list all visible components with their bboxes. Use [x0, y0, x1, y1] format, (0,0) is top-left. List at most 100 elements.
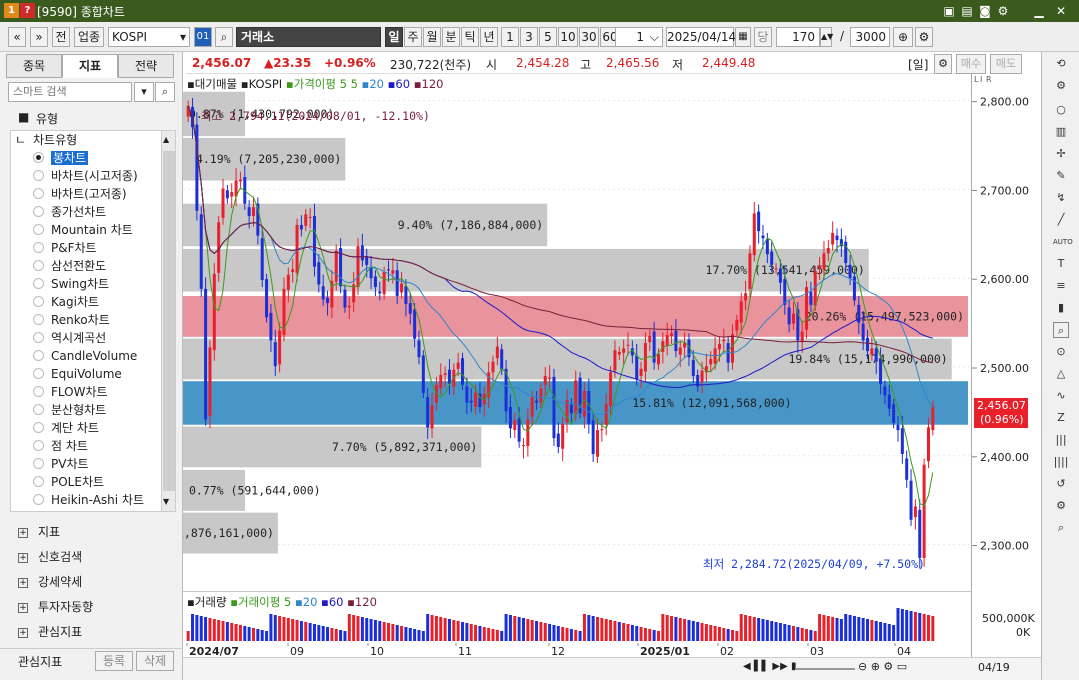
- chart-type-item[interactable]: POLE차트: [51, 473, 104, 491]
- triangle-icon[interactable]: △: [1053, 366, 1069, 382]
- scroll-up-icon[interactable]: ▲: [163, 135, 169, 144]
- period-4[interactable]: 틱: [461, 27, 479, 47]
- chevron-down-icon[interactable]: ▾: [134, 82, 154, 102]
- radio-2[interactable]: [33, 188, 44, 199]
- code-marker[interactable]: 01: [194, 27, 212, 47]
- period-3[interactable]: 분: [442, 27, 460, 47]
- chart-type-item[interactable]: Renko차트: [51, 311, 110, 329]
- play-controls[interactable]: ◀ ▌▌ ▶▶ ▮: [743, 661, 797, 672]
- prev-symbol-button[interactable]: «: [8, 27, 26, 47]
- delete-button[interactable]: 삭제: [136, 651, 174, 671]
- settings-icon[interactable]: ⚙: [1053, 498, 1069, 514]
- tab-indicators[interactable]: 지표: [62, 54, 118, 78]
- section-1[interactable]: + 신호검색: [18, 547, 82, 567]
- period-1[interactable]: 주: [404, 27, 422, 47]
- radio-14[interactable]: [33, 404, 44, 415]
- chart-type-item[interactable]: 계단 차트: [51, 419, 99, 437]
- save-icon[interactable]: ▤: [958, 2, 976, 20]
- buy-button[interactable]: 매수: [956, 54, 986, 74]
- slider-controls[interactable]: ⊖ ⊕ ⚙ ▭: [858, 660, 907, 673]
- chart-type-item[interactable]: 점 차트: [51, 437, 88, 455]
- chart-type-item[interactable]: P&F차트: [51, 239, 97, 257]
- brush-icon[interactable]: ↯: [1053, 190, 1069, 206]
- smart-search-input[interactable]: [8, 82, 132, 102]
- help-badge[interactable]: ?: [20, 3, 35, 18]
- interval-1[interactable]: 1: [501, 27, 519, 47]
- search-icon[interactable]: ⌕: [215, 27, 233, 47]
- search-icon[interactable]: ⌕: [1053, 520, 1069, 536]
- close-icon[interactable]: ✕: [1052, 2, 1070, 20]
- chart-type-item[interactable]: 분산형차트: [51, 401, 106, 419]
- symbol-select[interactable]: KOSPI ▾: [108, 27, 190, 47]
- radio-8[interactable]: [33, 296, 44, 307]
- radio-18[interactable]: [33, 476, 44, 487]
- chart-type-item[interactable]: 바차트(시고저종): [51, 167, 138, 185]
- radio-6[interactable]: [33, 260, 44, 271]
- jeon-button[interactable]: 전: [52, 27, 70, 47]
- chart-type-item[interactable]: Mountain 차트: [51, 221, 133, 239]
- price-chart-area[interactable]: 0.87% (1,430,792,000) 4.19% (7,205,230,00…: [129, 74, 971, 589]
- period-5[interactable]: 년: [480, 27, 498, 47]
- spinner-icon[interactable]: ▲▼: [820, 27, 833, 47]
- chart-type-item[interactable]: Swing차트: [51, 275, 109, 293]
- radio-3[interactable]: [33, 206, 44, 217]
- radio-4[interactable]: [33, 224, 44, 235]
- zoom-slider[interactable]: [795, 668, 855, 670]
- chart-type-item[interactable]: FLOW차트: [51, 383, 108, 401]
- date-field[interactable]: 2025/04/14: [666, 27, 736, 47]
- circle-icon[interactable]: ○: [1053, 102, 1069, 118]
- radio-13[interactable]: [33, 386, 44, 397]
- volume-chart-area[interactable]: ▪거래량 ▪거래이평 5 ▪20 ▪60 ▪120: [183, 590, 971, 643]
- tab-strategy[interactable]: 전략: [118, 54, 174, 78]
- zoom-icon[interactable]: ⊙: [1053, 344, 1069, 360]
- zigzag-icon[interactable]: Z: [1053, 410, 1069, 426]
- tab-stocks[interactable]: 종목: [6, 54, 62, 78]
- refresh-icon[interactable]: ⟲: [1053, 56, 1069, 72]
- radio-1[interactable]: [33, 170, 44, 181]
- fibonacci-icon[interactable]: ≡: [1053, 278, 1069, 294]
- chart-type-item[interactable]: 역시계곡선: [51, 329, 106, 347]
- bars2-icon[interactable]: ||||: [1053, 454, 1069, 470]
- magnifier-icon[interactable]: ⌕: [1053, 322, 1069, 338]
- radio-17[interactable]: [33, 458, 44, 469]
- section-0[interactable]: + 지표: [18, 522, 60, 542]
- radio-0[interactable]: [33, 152, 44, 163]
- next-symbol-button[interactable]: »: [30, 27, 48, 47]
- interval-10[interactable]: 10: [558, 27, 578, 47]
- gear-icon[interactable]: ⚙: [915, 27, 933, 47]
- sell-button[interactable]: 매도: [990, 54, 1022, 74]
- curve-icon[interactable]: ∿: [1053, 388, 1069, 404]
- gear-icon[interactable]: ⚙: [1053, 78, 1069, 94]
- scroll-thumb[interactable]: [163, 151, 175, 491]
- cross-icon[interactable]: ✢: [1053, 146, 1069, 162]
- tree-group[interactable]: 차트유형: [33, 131, 77, 148]
- list-scrollbar[interactable]: ▲ ▼: [161, 131, 175, 511]
- calendar-icon[interactable]: ▦: [735, 27, 751, 47]
- chart-type-item[interactable]: 주가선 차트: [51, 509, 110, 511]
- scroll-down-icon[interactable]: ▼: [163, 497, 169, 506]
- chart-type-item[interactable]: Heikin-Ashi 차트: [51, 491, 144, 509]
- interval-5[interactable]: 5: [539, 27, 557, 47]
- gear-icon[interactable]: ⚙: [994, 2, 1012, 20]
- register-button[interactable]: 등록: [95, 651, 133, 671]
- tree-root[interactable]: 유형: [36, 110, 58, 127]
- dang-button[interactable]: 당: [754, 27, 772, 47]
- pencil-icon[interactable]: ✎: [1053, 168, 1069, 184]
- radio-16[interactable]: [33, 440, 44, 451]
- chart-type-item[interactable]: CandleVolume: [51, 347, 137, 365]
- minimize-icon[interactable]: ▁: [1030, 2, 1048, 20]
- interval-30[interactable]: 30: [579, 27, 599, 47]
- section-3[interactable]: + 투자자동향: [18, 597, 93, 617]
- undo-icon[interactable]: ↺: [1053, 476, 1069, 492]
- radio-9[interactable]: [33, 314, 44, 325]
- line-icon[interactable]: ╱: [1053, 212, 1069, 228]
- text-icon[interactable]: T: [1053, 256, 1069, 272]
- gear-icon[interactable]: ⚙: [934, 54, 952, 74]
- section-4[interactable]: + 관심지표: [18, 622, 82, 642]
- radio-7[interactable]: [33, 278, 44, 289]
- memo-icon[interactable]: ▣: [940, 2, 958, 20]
- count-select[interactable]: 1 ⌵: [615, 27, 663, 47]
- screen-number-badge[interactable]: 1: [4, 3, 19, 18]
- sector-button[interactable]: 업종: [74, 27, 104, 47]
- bars-field[interactable]: 170: [776, 27, 820, 47]
